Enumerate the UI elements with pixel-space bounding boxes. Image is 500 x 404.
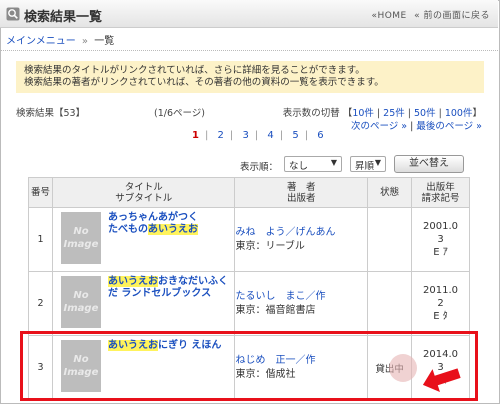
page-4[interactable]: 4: [267, 130, 273, 141]
title-text: たべもの: [107, 223, 148, 235]
col-number: 番号: [28, 177, 53, 208]
col-status: 状態: [367, 177, 413, 208]
top-nav: «HOME « 前の画面に戻る: [367, 8, 490, 21]
breadcrumb-separator: »: [81, 36, 89, 47]
result-count: 検索結果【53】: [16, 108, 86, 119]
next-page-link[interactable]: 次のページ »: [351, 121, 407, 132]
row-author-cell: みね よう／げんあん 東京：リーブル: [234, 207, 369, 272]
last-page-link[interactable]: 最後のページ »: [416, 121, 482, 132]
row-number: 1: [28, 207, 53, 272]
sort-direction-select[interactable]: 昇順 ▼: [350, 156, 386, 172]
col-author-label: 著 者: [287, 181, 316, 193]
page-1: 1: [192, 130, 199, 141]
page-5[interactable]: 5: [292, 130, 298, 141]
author-link[interactable]: たるいし まこ／作: [235, 290, 367, 304]
title-link[interactable]: あいうえおおきなだいふくだ ランドセルブックス: [107, 275, 234, 300]
page-6[interactable]: 6: [317, 130, 323, 141]
table-header-row: 番号 タイトル サブタイトル 著 者 出版者 状態 出版年 請求記号: [28, 177, 470, 208]
col-title-label: タイトル: [124, 181, 163, 193]
search-icon: [6, 7, 20, 21]
table-row: 2 No Image あいうえおおきなだいふくだ ランドセルブックス たるいし …: [28, 271, 470, 336]
divider: [0, 50, 498, 51]
sort-order-select[interactable]: なし ▼: [284, 156, 342, 172]
no-image-thumbnail: No Image: [60, 275, 101, 328]
row-title-cell: No Image あいうえおおきなだいふくだ ランドセルブックス: [51, 271, 236, 336]
title-highlight: あいうえお: [107, 275, 158, 287]
breadcrumb: メインメニュー » 一覧: [6, 32, 114, 47]
col-title: タイトル サブタイトル: [51, 177, 236, 208]
page-size-switcher: 表示数の切替 【10件 | 25件 | 50件 | 100件】: [282, 108, 482, 119]
row-author-cell: たるいし まこ／作 東京：福音館書店: [234, 271, 369, 336]
row-status: [367, 271, 413, 336]
col-subtitle-label: サブタイトル: [115, 192, 173, 204]
pagination: 1 | 2 | 3 | 4 | 5 | 6: [192, 130, 324, 141]
call-number: E ｱ: [433, 247, 448, 258]
page-title: 検索結果一覧: [24, 10, 103, 25]
home-link[interactable]: «HOME: [371, 11, 406, 21]
chevron-down-icon: ▼: [374, 158, 381, 167]
red-arrow-icon: [422, 368, 461, 392]
publisher-text: 東京：リーブル: [235, 240, 305, 252]
back-link[interactable]: « 前の画面に戻る: [414, 11, 490, 21]
pub-vol: 3: [437, 234, 444, 245]
notice-line-2: 検索結果の著者がリンクされていれば、その著者の他の資料の一覧を表示できます。: [24, 77, 384, 88]
col-pubyear-label: 出版年: [426, 181, 455, 193]
notice-line-1: 検索結果のタイトルがリンクされていれば、さらに詳細を見ることができます。: [24, 65, 365, 76]
chevron-down-icon: ▼: [330, 158, 337, 167]
sort-label: 表示順：: [240, 162, 279, 173]
page-size-label: 表示数の切替: [282, 108, 340, 119]
pub-year: 2001.0: [423, 221, 458, 232]
row-title-cell: No Image あっちゃんあがつく たべものあいうえお: [51, 207, 236, 272]
row-pub-cell: 2011.0 2 E ﾀ: [411, 271, 470, 336]
author-link[interactable]: みね よう／げんあん: [235, 226, 367, 240]
row-number: 2: [28, 271, 53, 336]
row-pub-cell: 2001.0 3 E ｱ: [411, 207, 470, 272]
sort-order-value: なし: [289, 161, 309, 172]
table-row: 1 No Image あっちゃんあがつく たべものあいうえお みね よう／げんあ…: [28, 207, 470, 272]
breadcrumb-main-menu[interactable]: メインメニュー: [6, 36, 76, 47]
call-number: E ﾀ: [433, 311, 448, 322]
title-link[interactable]: あっちゃんあがつく たべものあいうえお: [108, 212, 234, 236]
page-indicator: (1/6ページ): [154, 108, 206, 119]
page-nav-links: 次のページ » | 最後のページ »: [350, 121, 482, 132]
sort-button[interactable]: 並べ替え: [394, 155, 464, 173]
row-status: [367, 207, 413, 272]
page-3[interactable]: 3: [242, 130, 248, 141]
breadcrumb-current: 一覧: [94, 36, 115, 47]
col-callno-label: 請求記号: [421, 192, 460, 204]
col-publisher-label: 出版者: [287, 192, 316, 204]
title-bar: 検索結果一覧 «HOME « 前の画面に戻る: [0, 0, 498, 28]
publisher-text: 東京：福音館書店: [235, 304, 316, 316]
page-2[interactable]: 2: [218, 130, 224, 141]
callout-highlight-box: [20, 331, 478, 401]
info-notice: 検索結果のタイトルがリンクされていれば、さらに詳細を見ることができます。 検索結…: [16, 61, 484, 93]
col-pubyear: 出版年 請求記号: [411, 177, 470, 208]
pub-year: 2011.0: [423, 285, 458, 296]
title-highlight: あいうえお: [147, 223, 198, 235]
no-image-thumbnail: No Image: [60, 211, 101, 264]
sort-direction-value: 昇順: [355, 161, 375, 172]
title-text: あっちゃんあがつく: [107, 211, 198, 223]
col-author: 著 者 出版者: [234, 177, 369, 208]
pub-vol: 2: [437, 298, 444, 309]
